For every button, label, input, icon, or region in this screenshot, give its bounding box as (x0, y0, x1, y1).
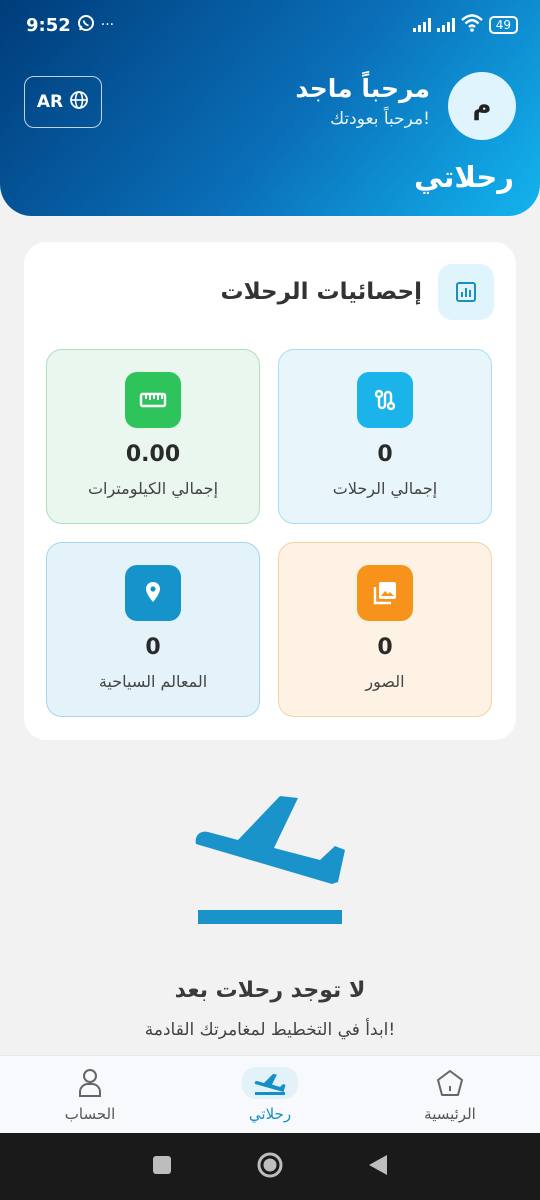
plane-departure-icon (190, 790, 360, 930)
welcome-back-text: مرحباً بعودتك! (330, 109, 430, 129)
page-title: رحلاتي (414, 160, 514, 194)
trip-stats-card: إحصائيات الرحلات 0 إجمالي الرحلات 0.00 إ… (24, 242, 516, 740)
nav-my-trips-label: رحلاتي (248, 1104, 292, 1123)
flight-takeoff-icon (242, 1066, 298, 1099)
total-trips-tile[interactable]: 0 إجمالي الرحلات (278, 349, 492, 524)
avatar[interactable]: م (448, 72, 516, 140)
landmarks-label: المعالم السياحية (98, 672, 208, 691)
nav-account-label: الحساب (64, 1104, 116, 1123)
language-label: AR (36, 92, 64, 112)
photo-library-icon (357, 565, 413, 621)
empty-state-title: لا توجد رحلات بعد (174, 978, 366, 1003)
stats-header: إحصائيات الرحلات (220, 264, 494, 320)
nav-home[interactable]: الرئيسية (360, 1056, 540, 1133)
back-button[interactable] (367, 1153, 389, 1181)
nav-account[interactable]: الحساب (0, 1056, 180, 1133)
total-trips-label: إجمالي الرحلات (332, 479, 438, 498)
location-pin-icon (125, 565, 181, 621)
status-time: 9:52 (26, 14, 71, 36)
home-button[interactable] (256, 1151, 284, 1183)
route-icon (357, 372, 413, 428)
language-button[interactable]: AR (24, 76, 102, 128)
signal-icon-2 (436, 18, 455, 32)
wifi-icon (460, 13, 483, 37)
analytics-icon (438, 264, 494, 320)
total-trips-value: 0 (377, 442, 393, 467)
greeting: مرحباً ماجد مرحباً بعودتك! (295, 74, 430, 129)
home-icon (422, 1067, 478, 1099)
stats-title: إحصائيات الرحلات (220, 279, 422, 305)
system-navigation-bar (0, 1133, 540, 1200)
photos-value: 0 (377, 635, 393, 660)
status-bar: 9:52 ··· 49 (26, 12, 518, 38)
user-greeting: مرحباً ماجد (295, 74, 430, 103)
bottom-navigation: الحساب رحلاتي الرئيسية (0, 1055, 540, 1133)
landmarks-tile[interactable]: 0 المعالم السياحية (46, 542, 260, 717)
photos-label: الصور (365, 672, 405, 691)
photos-tile[interactable]: 0 الصور (278, 542, 492, 717)
ruler-icon (125, 372, 181, 428)
person-icon (62, 1067, 118, 1099)
battery-icon: 49 (488, 16, 518, 34)
recents-button[interactable] (151, 1154, 173, 1180)
total-kilometers-value: 0.00 (125, 442, 181, 467)
nav-home-label: الرئيسية (424, 1104, 476, 1123)
nav-my-trips[interactable]: رحلاتي (180, 1056, 360, 1133)
empty-state-subtitle: ابدأ في التخطيط لمغامرتك القادمة! (144, 1020, 396, 1040)
total-kilometers-label: إجمالي الكيلومترات (87, 479, 219, 498)
signal-icon (412, 18, 431, 32)
header: 9:52 ··· 49 AR م مرحباً ماجد مرحباً بعود… (0, 0, 540, 216)
globe-icon (69, 90, 89, 115)
whatsapp-icon (77, 14, 95, 36)
more-dots-icon: ··· (100, 17, 115, 33)
landmarks-value: 0 (145, 635, 161, 660)
total-kilometers-tile[interactable]: 0.00 إجمالي الكيلومترات (46, 349, 260, 524)
